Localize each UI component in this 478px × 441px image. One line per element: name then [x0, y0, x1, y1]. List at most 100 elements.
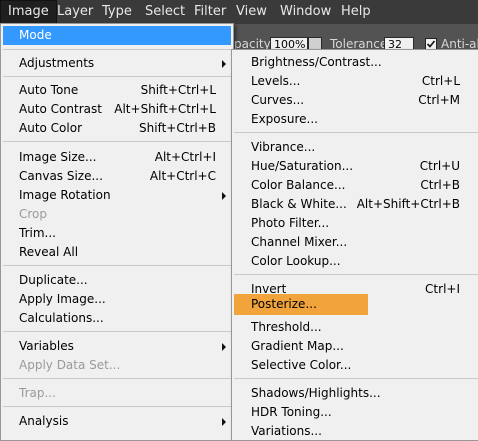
selective-color-label: Selective Color...	[251, 358, 352, 372]
menu-type[interactable]: Type	[95, 0, 139, 24]
menu-item-hue-saturation[interactable]: Hue/Saturation... Ctrl+U	[232, 157, 478, 176]
menu-item-apply-image[interactable]: Apply Image...	[1, 290, 233, 309]
menu-item-threshold[interactable]: Threshold...	[232, 318, 478, 337]
trim-label: Trim...	[19, 226, 56, 240]
menu-view[interactable]: View	[229, 0, 274, 24]
separator	[3, 378, 231, 379]
separator	[3, 76, 231, 77]
image-menu: Mode Adjustments Auto Tone Shift+Ctrl+L …	[0, 23, 234, 441]
hue-saturation-label: Hue/Saturation...	[251, 159, 354, 173]
menu-window[interactable]: Window	[273, 0, 338, 24]
menu-select[interactable]: Select	[138, 0, 192, 24]
menu-item-posterize[interactable]: Posterize...	[234, 294, 368, 315]
menu-item-auto-tone[interactable]: Auto Tone Shift+Ctrl+L	[1, 81, 233, 100]
menu-item-black-white[interactable]: Black & White... Alt+Shift+Ctrl+B	[232, 195, 478, 214]
menu-item-duplicate[interactable]: Duplicate...	[1, 271, 233, 290]
variables-label: Variables	[19, 339, 74, 353]
variations-label: Variations...	[251, 424, 322, 438]
adjustments-label: Adjustments	[19, 56, 95, 70]
shortcut-label: Shift+Ctrl+L	[140, 83, 216, 97]
menu-item-vibrance[interactable]: Vibrance...	[232, 138, 478, 157]
menu-item-analysis[interactable]: Analysis	[1, 412, 233, 431]
shortcut-label: Ctrl+I	[425, 282, 460, 296]
menu-filter[interactable]: Filter	[187, 0, 233, 24]
shortcut-label: Ctrl+M	[418, 93, 460, 107]
menu-item-image-size[interactable]: Image Size... Alt+Ctrl+I	[1, 148, 233, 167]
duplicate-label: Duplicate...	[19, 273, 88, 287]
menu-item-mode[interactable]: Mode	[3, 26, 231, 45]
apply-data-set-label: Apply Data Set...	[19, 358, 121, 372]
menu-item-exposure[interactable]: Exposure...	[232, 110, 478, 129]
trap-label: Trap...	[19, 386, 56, 400]
black-white-label: Black & White...	[251, 197, 347, 211]
shortcut-label: Alt+Ctrl+I	[154, 150, 216, 164]
menu-item-brightness-contrast[interactable]: Brightness/Contrast...	[232, 53, 478, 72]
auto-tone-label: Auto Tone	[19, 83, 79, 97]
apply-image-label: Apply Image...	[19, 292, 106, 306]
gradient-map-label: Gradient Map...	[251, 339, 344, 353]
separator	[3, 331, 231, 332]
menu-item-auto-contrast[interactable]: Auto Contrast Alt+Shift+Ctrl+L	[1, 100, 233, 119]
menu-item-variations[interactable]: Variations...	[232, 422, 478, 441]
menu-item-selective-color[interactable]: Selective Color...	[232, 356, 478, 375]
mode-label: Mode	[19, 28, 52, 42]
submenu-arrow-icon	[222, 418, 226, 426]
menu-item-image-rotation[interactable]: Image Rotation	[1, 186, 233, 205]
curves-label: Curves...	[251, 93, 305, 107]
menu-item-trap[interactable]: Trap...	[1, 384, 233, 403]
separator	[3, 49, 231, 50]
menu-item-calculations[interactable]: Calculations...	[1, 309, 233, 328]
image-size-label: Image Size...	[19, 150, 97, 164]
calculations-label: Calculations...	[19, 311, 104, 325]
threshold-label: Threshold...	[251, 320, 322, 334]
color-balance-label: Color Balance...	[251, 178, 346, 192]
menu-item-reveal-all[interactable]: Reveal All	[1, 243, 233, 262]
shortcut-label: Alt+Ctrl+C	[149, 169, 216, 183]
menu-item-canvas-size[interactable]: Canvas Size... Alt+Ctrl+C	[1, 167, 233, 186]
menu-help[interactable]: Help	[334, 0, 378, 24]
menu-item-adjustments[interactable]: Adjustments	[1, 54, 233, 73]
menu-item-auto-color[interactable]: Auto Color Shift+Ctrl+B	[1, 119, 233, 138]
image-rotation-label: Image Rotation	[19, 188, 111, 202]
shortcut-label: Ctrl+U	[419, 159, 460, 173]
analysis-label: Analysis	[19, 414, 69, 428]
shortcut-label: Alt+Shift+Ctrl+B	[356, 197, 460, 211]
separator	[234, 274, 478, 275]
menubar: Image Layer Type Select Filter View Wind…	[0, 0, 478, 25]
separator	[3, 265, 231, 266]
adjustments-submenu: Brightness/Contrast... Levels... Ctrl+L …	[231, 49, 478, 441]
shortcut-label: Ctrl+B	[420, 178, 460, 192]
menu-item-photo-filter[interactable]: Photo Filter...	[232, 214, 478, 233]
menu-layer[interactable]: Layer	[50, 0, 100, 24]
menu-item-hdr-toning[interactable]: HDR Toning...	[232, 403, 478, 422]
crop-label: Crop	[19, 207, 48, 221]
submenu-arrow-icon	[222, 343, 226, 351]
menu-item-apply-data-set[interactable]: Apply Data Set...	[1, 356, 233, 375]
menu-item-levels[interactable]: Levels... Ctrl+L	[232, 72, 478, 91]
menu-item-variables[interactable]: Variables	[1, 337, 233, 356]
menu-item-color-lookup[interactable]: Color Lookup...	[232, 252, 478, 271]
separator	[234, 378, 478, 379]
menu-item-trim[interactable]: Trim...	[1, 224, 233, 243]
shadows-highlights-label: Shadows/Highlights...	[251, 386, 381, 400]
menu-item-shadows-highlights[interactable]: Shadows/Highlights...	[232, 384, 478, 403]
color-lookup-label: Color Lookup...	[251, 254, 341, 268]
submenu-arrow-icon	[222, 192, 226, 200]
posterize-label: Posterize...	[251, 297, 317, 311]
shortcut-label: Ctrl+L	[421, 74, 460, 88]
hdr-toning-label: HDR Toning...	[251, 405, 332, 419]
menu-item-channel-mixer[interactable]: Channel Mixer...	[232, 233, 478, 252]
channel-mixer-label: Channel Mixer...	[251, 235, 348, 249]
submenu-arrow-icon	[222, 60, 226, 68]
menu-item-curves[interactable]: Curves... Ctrl+M	[232, 91, 478, 110]
exposure-label: Exposure...	[251, 112, 318, 126]
vibrance-label: Vibrance...	[251, 140, 316, 154]
separator	[234, 132, 478, 133]
menu-image[interactable]: Image	[0, 0, 57, 25]
menu-item-gradient-map[interactable]: Gradient Map...	[232, 337, 478, 356]
canvas-size-label: Canvas Size...	[19, 169, 103, 183]
shortcut-label: Shift+Ctrl+B	[139, 121, 216, 135]
menu-item-color-balance[interactable]: Color Balance... Ctrl+B	[232, 176, 478, 195]
menu-item-crop[interactable]: Crop	[1, 205, 233, 224]
auto-contrast-label: Auto Contrast	[19, 102, 102, 116]
